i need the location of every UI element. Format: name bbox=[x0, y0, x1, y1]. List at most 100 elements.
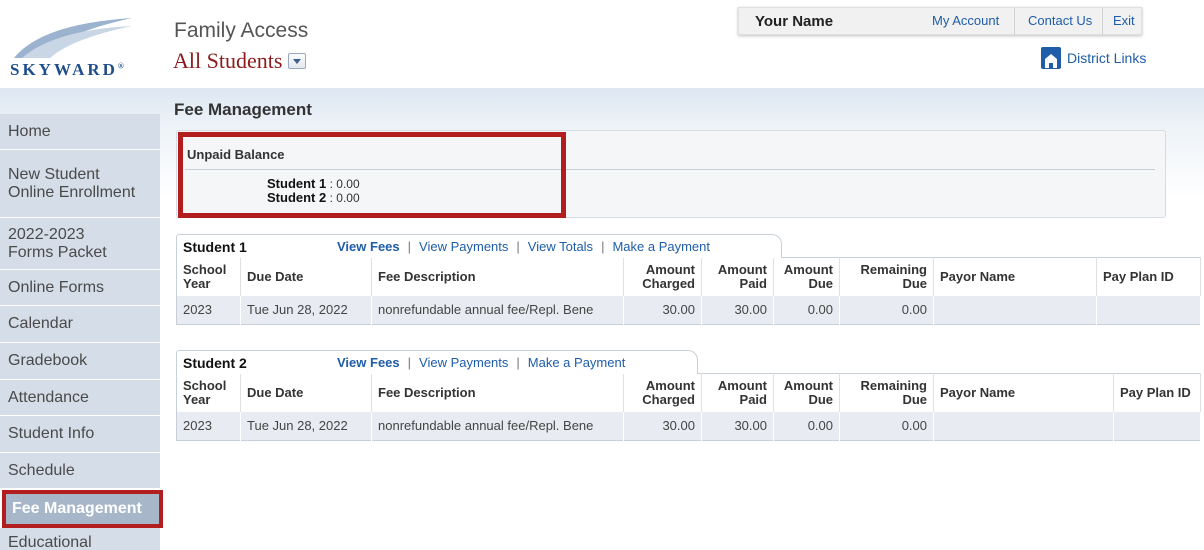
link-separator: | bbox=[516, 355, 520, 370]
logo-swoosh-icon bbox=[14, 18, 132, 58]
sidebar-item-online-forms[interactable]: Online Forms bbox=[0, 270, 160, 306]
column-header[interactable]: Pay Plan ID bbox=[1113, 373, 1201, 412]
table-cell: Tue Jun 28, 2022 bbox=[240, 295, 372, 325]
student-fees-section: Student 2 View Fees | View Payments | Ma… bbox=[176, 350, 1204, 441]
column-header[interactable]: Pay Plan ID bbox=[1096, 257, 1201, 296]
sidebar-item-home[interactable]: Home bbox=[0, 114, 160, 150]
link-separator: | bbox=[407, 239, 412, 254]
student-fees-tab: Student 2 View Fees | View Payments | Ma… bbox=[176, 350, 698, 374]
fees-table: School Year Due Date Fee Description Amo… bbox=[176, 373, 1201, 441]
sidebar-item-label: 2022-2023 Forms Packet bbox=[8, 225, 107, 261]
sidebar-item-gradebook[interactable]: Gradebook bbox=[0, 343, 160, 380]
table-cell: 30.00 bbox=[623, 411, 702, 441]
view-fees-link[interactable]: View Fees bbox=[337, 355, 400, 370]
chevron-down-icon[interactable] bbox=[288, 53, 307, 69]
table-header-row: School Year Due Date Fee Description Amo… bbox=[176, 257, 1201, 296]
sidebar-item-label: Calendar bbox=[8, 315, 73, 332]
building-icon bbox=[1041, 47, 1061, 69]
sidebar-item-student-info[interactable]: Student Info bbox=[0, 416, 160, 453]
divider bbox=[1102, 8, 1103, 36]
student-name: Student 2 bbox=[183, 354, 247, 371]
table-header-row: School Year Due Date Fee Description Amo… bbox=[176, 373, 1201, 412]
link-separator: | bbox=[516, 239, 520, 254]
user-name: Your Name bbox=[755, 13, 834, 30]
highlight-frame bbox=[178, 132, 566, 218]
table-row[interactable]: 2023 Tue Jun 28, 2022 nonrefundable annu… bbox=[176, 411, 1201, 441]
link-separator: | bbox=[601, 239, 605, 254]
sidebar-item-label: Gradebook bbox=[8, 352, 88, 369]
column-header[interactable]: Remaining Due bbox=[839, 257, 934, 296]
header: SKYWARD® Family Access All Students Your… bbox=[0, 0, 1204, 88]
view-totals-link[interactable]: View Totals bbox=[528, 239, 593, 254]
district-links-label: District Links bbox=[1067, 50, 1147, 66]
student-fees-section: Student 1 View Fees | View Payments | Vi… bbox=[176, 234, 1204, 325]
column-header[interactable]: Amount Charged bbox=[623, 373, 702, 412]
table-cell bbox=[933, 411, 1114, 441]
sidebar-item-label: New Student Online Enrollment bbox=[8, 165, 136, 201]
sidebar-item-new-student-enrollment[interactable]: New Student Online Enrollment bbox=[0, 150, 160, 218]
table-cell: 0.00 bbox=[773, 295, 840, 325]
divider bbox=[1014, 8, 1015, 36]
table-cell: 30.00 bbox=[701, 411, 774, 441]
logo-text: SKYWARD® bbox=[10, 60, 124, 79]
table-row[interactable]: 2023 Tue Jun 28, 2022 nonrefundable annu… bbox=[176, 295, 1201, 325]
student-fees-tab: Student 1 View Fees | View Payments | Vi… bbox=[176, 234, 782, 258]
make-payment-link[interactable]: Make a Payment bbox=[612, 239, 710, 254]
table-cell: 2023 bbox=[176, 411, 241, 441]
contact-us-link[interactable]: Contact Us bbox=[1028, 13, 1092, 28]
column-header[interactable]: Amount Due bbox=[773, 373, 840, 412]
sidebar-item-calendar[interactable]: Calendar bbox=[0, 306, 160, 343]
district-links-button[interactable]: District Links bbox=[1041, 47, 1146, 69]
sidebar-item-label: Student Info bbox=[8, 425, 95, 442]
column-header[interactable]: Due Date bbox=[240, 373, 372, 412]
sidebar-item-attendance[interactable]: Attendance bbox=[0, 380, 160, 416]
user-bar: Your Name My Account Contact Us Exit bbox=[738, 7, 1142, 36]
table-cell bbox=[1113, 411, 1201, 441]
sidebar-item-label: Fee Management bbox=[12, 500, 142, 517]
my-account-link[interactable]: My Account bbox=[932, 13, 999, 28]
table-cell: 0.00 bbox=[839, 295, 934, 325]
table-cell: 30.00 bbox=[623, 295, 702, 325]
column-header[interactable]: School Year bbox=[176, 257, 241, 296]
view-payments-link[interactable]: View Payments bbox=[419, 355, 508, 370]
table-cell: 0.00 bbox=[773, 411, 840, 441]
sidebar-item-label: Educational bbox=[8, 534, 92, 550]
sidebar-item-label: Attendance bbox=[8, 388, 89, 406]
sidebar-item-schedule[interactable]: Schedule bbox=[0, 453, 160, 489]
page-title: Fee Management bbox=[174, 100, 312, 119]
sidebar-item-label: Online Forms bbox=[8, 278, 105, 296]
column-header[interactable]: Amount Paid bbox=[701, 373, 774, 412]
make-payment-link[interactable]: Make a Payment bbox=[528, 355, 626, 370]
sidebar-item-forms-packet[interactable]: 2022-2023 Forms Packet bbox=[0, 218, 160, 270]
view-payments-link[interactable]: View Payments bbox=[419, 239, 508, 254]
column-header[interactable]: Fee Description bbox=[371, 257, 624, 296]
fees-table: School Year Due Date Fee Description Amo… bbox=[176, 257, 1201, 325]
view-fees-link[interactable]: View Fees bbox=[337, 239, 400, 254]
student-name: Student 1 bbox=[183, 238, 247, 255]
table-cell: nonrefundable annual fee/Repl. Bene bbox=[371, 411, 624, 441]
link-separator: | bbox=[407, 355, 412, 370]
column-header[interactable]: Due Date bbox=[240, 257, 372, 296]
table-cell: 30.00 bbox=[701, 295, 774, 325]
table-cell bbox=[1096, 295, 1201, 325]
table-cell bbox=[933, 295, 1097, 325]
sidebar-item-label: Home bbox=[8, 122, 51, 140]
table-cell: nonrefundable annual fee/Repl. Bene bbox=[371, 295, 624, 325]
column-header[interactable]: Fee Description bbox=[371, 373, 624, 412]
column-header[interactable]: Amount Charged bbox=[623, 257, 702, 296]
exit-link[interactable]: Exit bbox=[1113, 13, 1135, 28]
skyward-logo[interactable]: SKYWARD® bbox=[8, 14, 136, 80]
column-header[interactable]: Payor Name bbox=[933, 257, 1097, 296]
table-cell: 0.00 bbox=[839, 411, 934, 441]
sidebar-item-label: Schedule bbox=[8, 461, 75, 479]
column-header[interactable]: Amount Due bbox=[773, 257, 840, 296]
student-selector[interactable]: All Students bbox=[173, 48, 307, 74]
sidebar-item-fee-management[interactable]: Fee Management bbox=[2, 490, 163, 528]
table-cell: 2023 bbox=[176, 295, 241, 325]
column-header[interactable]: Amount Paid bbox=[701, 257, 774, 296]
sidebar-nav: Home New Student Online Enrollment 2022-… bbox=[0, 114, 164, 550]
column-header[interactable]: Remaining Due bbox=[839, 373, 934, 412]
column-header[interactable]: Payor Name bbox=[933, 373, 1114, 412]
sidebar-item-educational[interactable]: Educational bbox=[0, 528, 160, 550]
column-header[interactable]: School Year bbox=[176, 373, 241, 412]
